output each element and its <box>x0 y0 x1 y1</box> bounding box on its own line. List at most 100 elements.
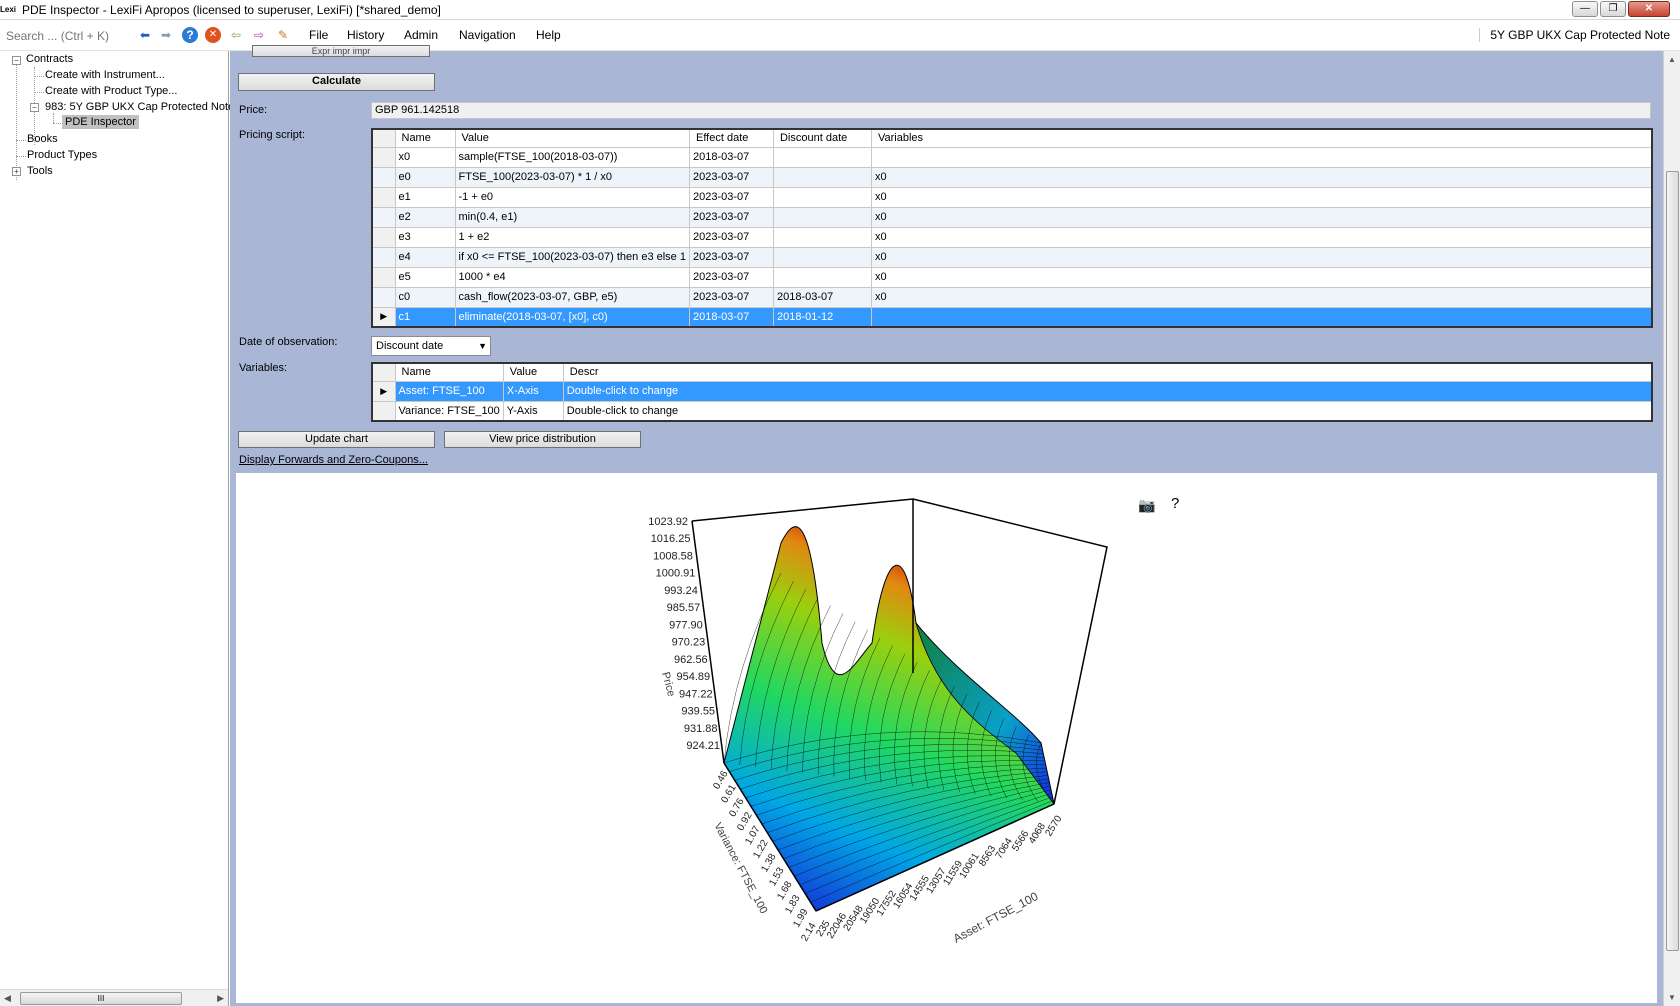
tree-node-pde-inspector[interactable]: PDE Inspector <box>62 115 139 129</box>
selected-row-marker-icon[interactable]: ▶ <box>372 381 396 402</box>
window-title: PDE Inspector - LexiFi Apropos (licensed… <box>22 3 441 17</box>
truncated-top-button[interactable]: Expr impr impr <box>252 45 430 57</box>
dropdown-arrow-icon[interactable]: ▼ <box>478 337 487 355</box>
table-row[interactable]: e1 -1 + e0 2023-03-07 x0 <box>372 187 1653 208</box>
cell-name: e2 <box>395 207 456 228</box>
cell-variables: x0 <box>871 267 1653 288</box>
cell-value: if x0 <= FTSE_100(2023-03-07) then e3 el… <box>455 247 690 268</box>
pricing-script-label: Pricing script: <box>239 129 306 141</box>
calculate-button[interactable]: Calculate <box>238 73 435 91</box>
column-header-descr[interactable]: Descr <box>563 363 1653 382</box>
tree-node-contract-983[interactable]: 983: 5Y GBP UKX Cap Protected Note <box>45 101 234 113</box>
row-header[interactable] <box>372 401 396 422</box>
cell-discount-date <box>773 247 872 268</box>
cell-value: cash_flow(2023-03-07, GBP, e5) <box>455 287 690 308</box>
column-header-variables[interactable]: Variables <box>871 129 1653 148</box>
tree-node-create-product-type[interactable]: Create with Product Type... <box>45 85 177 97</box>
scroll-right-icon[interactable]: ▶ <box>217 993 224 1004</box>
menu-history[interactable]: History <box>347 28 384 42</box>
tree-connector <box>16 63 17 180</box>
price-tick-label: 970.23 <box>672 637 706 649</box>
table-row[interactable]: x0 sample(FTSE_100(2018-03-07)) 2018-03-… <box>372 147 1653 168</box>
wizard-icon[interactable]: ✎ <box>275 27 291 43</box>
cell-value: Y-Axis <box>503 401 564 422</box>
row-header[interactable] <box>372 147 396 168</box>
column-header-value[interactable]: Value <box>503 363 564 382</box>
table-row[interactable]: e5 1000 * e4 2023-03-07 x0 <box>372 267 1653 288</box>
cell-value: 1 + e2 <box>455 227 690 248</box>
search-input[interactable] <box>6 26 126 46</box>
expand-tools-icon[interactable]: + <box>12 167 21 176</box>
column-header-value[interactable]: Value <box>455 129 690 148</box>
update-chart-button[interactable]: Update chart <box>238 431 435 448</box>
cell-effect-date: 2023-03-07 <box>689 287 774 308</box>
table-row[interactable]: e4 if x0 <= FTSE_100(2023-03-07) then e3… <box>372 247 1653 268</box>
scroll-up-icon[interactable]: ▲ <box>1668 55 1676 64</box>
camera-icon[interactable]: 📷 <box>1138 497 1155 514</box>
display-forwards-link[interactable]: Display Forwards and Zero-Coupons... <box>239 454 428 466</box>
menu-admin[interactable]: Admin <box>404 28 438 42</box>
tree-node-contracts[interactable]: Contracts <box>26 53 73 65</box>
selected-row-marker-icon[interactable]: ▶ <box>372 307 396 328</box>
cell-effect-date: 2023-03-07 <box>689 247 774 268</box>
column-header-name[interactable]: Name <box>395 129 456 148</box>
import-icon[interactable]: ⇦ <box>228 27 244 43</box>
price-tick-label: 1023.92 <box>648 516 688 528</box>
column-header-effect-date[interactable]: Effect date <box>689 129 774 148</box>
cell-variables <box>871 147 1653 168</box>
sidebar-horizontal-scrollbar[interactable]: ◀ III ▶ <box>0 989 228 1006</box>
tree-node-create-instrument[interactable]: Create with Instrument... <box>45 69 165 81</box>
collapse-contract-icon[interactable]: − <box>30 103 39 112</box>
price-axis-title: Price <box>659 671 677 698</box>
table-row-selected[interactable]: ▶ Asset: FTSE_100 X-Axis Double-click to… <box>372 381 1653 402</box>
menu-file[interactable]: File <box>309 28 328 42</box>
row-header[interactable] <box>372 287 396 308</box>
cell-effect-date: 2023-03-07 <box>689 167 774 188</box>
collapse-contracts-icon[interactable]: − <box>12 56 21 65</box>
row-header[interactable] <box>372 207 396 228</box>
table-row[interactable]: e3 1 + e2 2023-03-07 x0 <box>372 227 1653 248</box>
scrollbar-thumb[interactable] <box>1666 171 1679 951</box>
view-price-distribution-button[interactable]: View price distribution <box>444 431 641 448</box>
menu-help[interactable]: Help <box>536 28 561 42</box>
row-header[interactable] <box>372 227 396 248</box>
cell-value: -1 + e0 <box>455 187 690 208</box>
table-row-selected[interactable]: ▶ c1 eliminate(2018-03-07, [x0], c0) 201… <box>372 307 1653 328</box>
table-row[interactable]: e2 min(0.4, e1) 2023-03-07 x0 <box>372 207 1653 228</box>
scroll-left-icon[interactable]: ◀ <box>4 993 11 1004</box>
tree-node-books[interactable]: Books <box>27 133 58 145</box>
stop-icon[interactable]: ✕ <box>205 27 221 43</box>
main-vertical-scrollbar[interactable]: ▲ ▼ <box>1663 51 1680 1006</box>
menu-navigation[interactable]: Navigation <box>459 28 516 42</box>
export-icon[interactable]: ⇨ <box>251 27 267 43</box>
chart-help-button[interactable]: ? <box>1171 495 1179 512</box>
row-header-corner <box>372 129 396 148</box>
cell-discount-date <box>773 267 872 288</box>
tree-connector <box>34 92 44 93</box>
row-header[interactable] <box>372 247 396 268</box>
close-button[interactable]: ✕ <box>1628 1 1670 17</box>
scrollbar-thumb[interactable]: III <box>20 992 182 1005</box>
minimize-button[interactable]: — <box>1572 1 1598 17</box>
cell-effect-date: 2023-03-07 <box>689 227 774 248</box>
row-header[interactable] <box>372 187 396 208</box>
price-value: GBP 961.142518 <box>371 102 1651 119</box>
maximize-button[interactable]: ❐ <box>1600 1 1626 17</box>
cell-descr: Double-click to change <box>563 381 1653 402</box>
column-header-discount-date[interactable]: Discount date <box>773 129 872 148</box>
column-header-name[interactable]: Name <box>395 363 504 382</box>
scroll-down-icon[interactable]: ▼ <box>1668 993 1676 1002</box>
back-icon[interactable]: ⬅ <box>137 27 153 43</box>
table-row[interactable]: e0 FTSE_100(2023-03-07) * 1 / x0 2023-03… <box>372 167 1653 188</box>
surface-chart[interactable]: 1023.92 1016.25 1008.58 1000.91 993.24 985.57… <box>236 473 1657 1003</box>
help-icon[interactable]: ? <box>182 27 198 43</box>
tree-node-product-types[interactable]: Product Types <box>27 149 97 161</box>
forward-icon[interactable]: ➡ <box>158 27 174 43</box>
table-row[interactable]: Variance: FTSE_100 Y-Axis Double-click t… <box>372 401 1653 422</box>
row-header[interactable] <box>372 167 396 188</box>
table-row[interactable]: c0 cash_flow(2023-03-07, GBP, e5) 2023-0… <box>372 287 1653 308</box>
row-header[interactable] <box>372 267 396 288</box>
tree-node-tools[interactable]: Tools <box>27 165 53 177</box>
date-of-observation-select[interactable]: Discount date ▼ <box>371 336 491 356</box>
asset-axis-title: Asset: FTSE_100 <box>951 889 1041 946</box>
